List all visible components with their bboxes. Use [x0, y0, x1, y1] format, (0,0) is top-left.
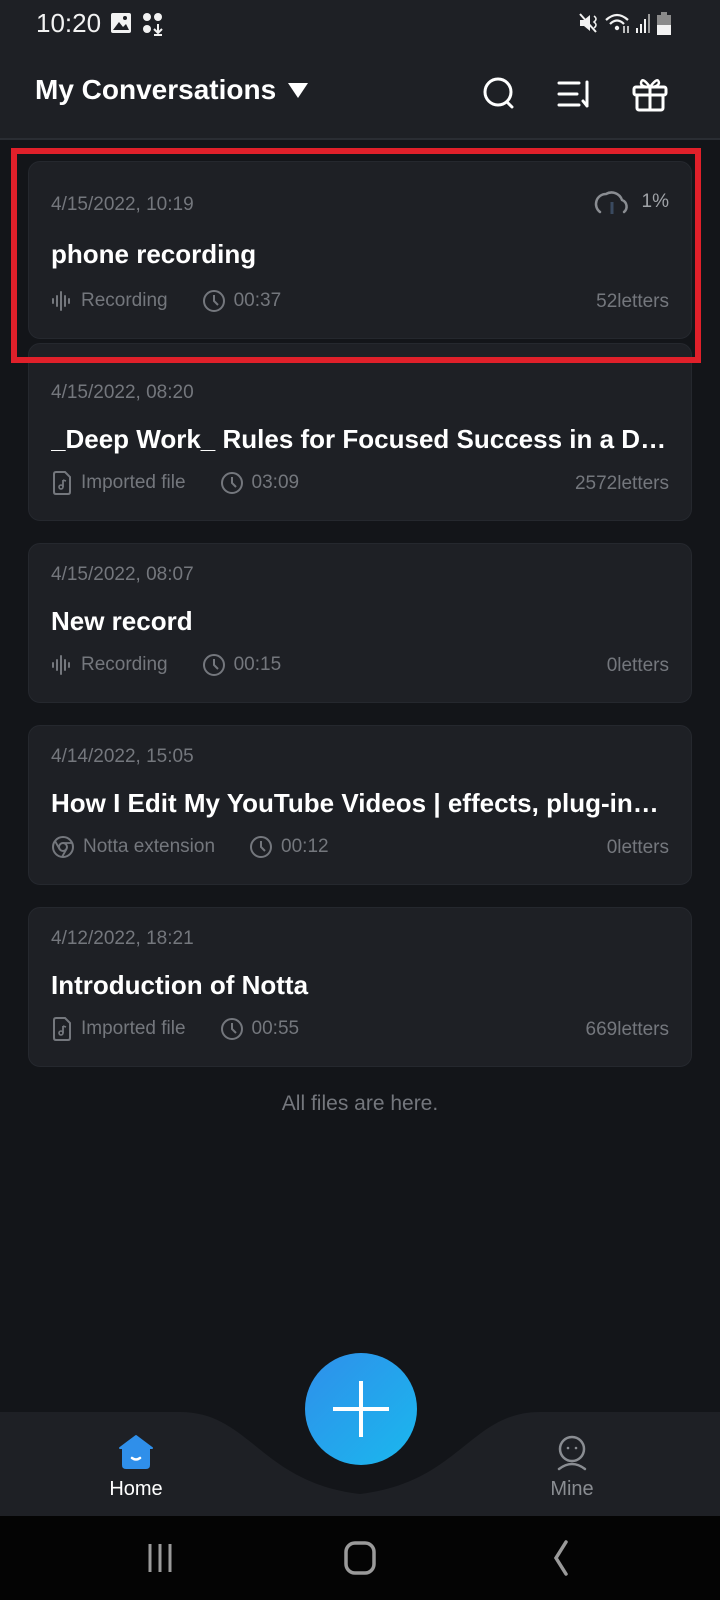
conversation-card[interactable]: 4/14/2022, 15:05 How I Edit My YouTube V…	[28, 725, 692, 885]
clock-icon	[220, 472, 243, 494]
conversation-date: 4/15/2022, 08:07	[51, 564, 194, 585]
search-icon[interactable]	[480, 74, 520, 114]
tab-home-label: Home	[109, 1478, 163, 1500]
home-nav-icon[interactable]	[330, 1536, 390, 1580]
conversation-source: Recording	[81, 290, 168, 311]
wifi-icon	[605, 13, 629, 33]
status-bar: 10:20	[0, 0, 720, 48]
conversation-meta: Recording 00:37	[51, 289, 281, 313]
conversation-date: 4/12/2022, 18:21	[51, 928, 194, 949]
conversation-date: 4/15/2022, 08:20	[51, 382, 194, 403]
status-time: 10:20	[36, 8, 102, 38]
conversation-source: Imported file	[81, 472, 186, 493]
tab-mine[interactable]: Mine	[502, 1412, 642, 1516]
home-icon	[119, 1435, 153, 1469]
tab-mine-label: Mine	[550, 1478, 594, 1500]
conversation-card[interactable]: 4/12/2022, 18:21 Introduction of Notta I…	[28, 907, 692, 1067]
conversation-title: _Deep Work_ Rules for Focused Success in…	[51, 424, 669, 454]
signal-icon	[636, 14, 650, 33]
conversation-card[interactable]: 4/15/2022, 10:19 1% phone recording Reco…	[28, 161, 692, 339]
conversation-duration: 00:12	[281, 836, 329, 857]
conversation-title: Introduction of Notta	[51, 970, 309, 1000]
chrome-icon	[52, 836, 74, 858]
conversation-letter-count: 0letters	[606, 655, 669, 676]
conversation-letter-count: 52letters	[596, 291, 669, 312]
waveform-icon	[52, 291, 70, 311]
app-header: My Conversations	[0, 48, 720, 140]
conversations-dropdown[interactable]: My Conversations	[35, 74, 309, 106]
conversation-letter-count: 0letters	[606, 837, 669, 858]
sort-icon[interactable]	[555, 74, 595, 114]
conversation-duration: 00:55	[251, 1018, 300, 1039]
conversation-letter-count: 2572letters	[574, 473, 669, 494]
conversation-card[interactable]: 4/15/2022, 08:20 _Deep Work_ Rules for F…	[28, 343, 692, 521]
audio-file-icon	[53, 1017, 71, 1041]
conversation-meta: Recording 00:15	[51, 653, 281, 677]
clock-icon	[220, 1018, 243, 1040]
gallery-icon	[111, 13, 131, 33]
caret-down-icon	[288, 82, 309, 98]
conversation-date: 4/15/2022, 10:19	[51, 194, 194, 215]
download-icon	[143, 13, 163, 36]
conversation-meta: Notta extension 00:12	[51, 835, 329, 859]
conversation-source: Notta extension	[83, 836, 216, 857]
clock-icon	[202, 290, 225, 312]
add-conversation-button[interactable]	[305, 1353, 417, 1465]
conversation-card[interactable]: 4/15/2022, 08:07 New record Recording 00…	[28, 543, 692, 703]
conversation-title: New record	[51, 606, 193, 636]
page-title: My Conversations	[35, 74, 277, 105]
profile-icon	[557, 1435, 587, 1471]
conversation-letter-count: 669letters	[585, 1019, 669, 1040]
system-nav-bar	[0, 1516, 720, 1600]
conversation-source: Imported file	[81, 1018, 186, 1039]
conversation-date: 4/14/2022, 15:05	[51, 746, 194, 767]
audio-file-icon	[53, 471, 71, 495]
conversation-duration: 03:09	[251, 472, 300, 493]
conversation-meta: Imported file 00:55	[51, 1017, 299, 1041]
back-icon[interactable]	[532, 1536, 592, 1580]
conversation-meta: Imported file 03:09	[51, 471, 299, 495]
tab-home[interactable]: Home	[66, 1412, 206, 1516]
conversation-title: phone recording	[51, 239, 257, 269]
clock-icon	[250, 836, 273, 858]
battery-icon	[657, 12, 671, 35]
gift-icon[interactable]	[630, 74, 670, 114]
conversation-duration: 00:15	[233, 654, 282, 675]
conversation-duration: 00:37	[233, 290, 282, 311]
cloud-upload-icon	[594, 191, 628, 214]
mute-icon	[579, 13, 597, 33]
conversation-source: Recording	[81, 654, 168, 675]
recent-apps-icon[interactable]	[130, 1536, 190, 1580]
list-end-note: All files are here.	[281, 1092, 439, 1115]
sync-status: 1%	[592, 188, 669, 216]
conversation-title: How I Edit My YouTube Videos | effects, …	[51, 788, 669, 818]
sync-percent: 1%	[641, 191, 669, 212]
waveform-icon	[52, 655, 70, 675]
clock-icon	[202, 654, 225, 676]
